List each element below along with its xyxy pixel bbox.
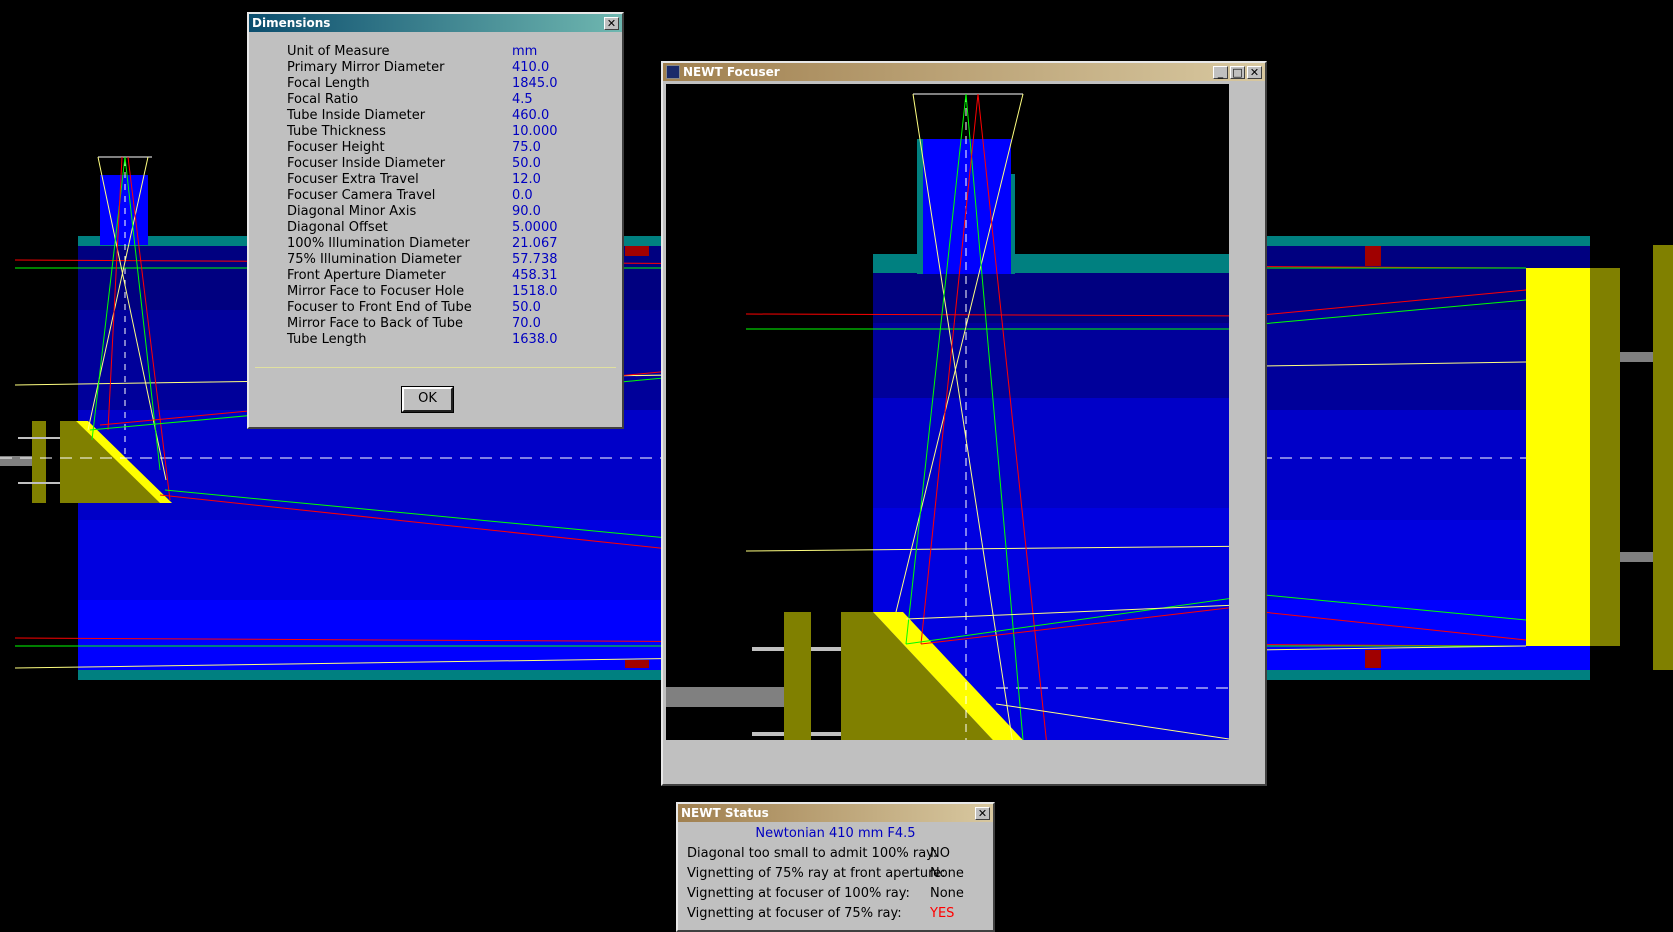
dimension-label: Diagonal Minor Axis [287, 204, 417, 219]
status-title: NEWT Status [681, 806, 769, 820]
focuser-detail-view [666, 84, 1229, 740]
focuser-titlebar[interactable]: NEWT Focuser _ □ ✕ [663, 63, 1265, 81]
dimension-value: mm [512, 44, 538, 59]
dimension-value: 460.0 [512, 108, 550, 123]
minimize-button[interactable]: _ [1213, 65, 1228, 79]
dimension-label: Focal Ratio [287, 92, 359, 107]
status-heading: Newtonian 410 mm F4.5 [755, 826, 916, 841]
dimension-row: Focuser Camera Travel 0.0 [287, 188, 587, 203]
focuser-tube [100, 175, 148, 245]
dimension-value: 57.738 [512, 252, 558, 267]
close-button[interactable]: ✕ [604, 16, 619, 30]
app-icon [666, 65, 680, 79]
dimension-row: Focuser Extra Travel 12.0 [287, 172, 587, 187]
status-label: Diagonal too small to admit 100% ray: [687, 846, 938, 861]
status-value: NO [930, 846, 950, 861]
status-label: Vignetting of 75% ray at front aperture: [687, 866, 946, 881]
dimension-value: 70.0 [512, 316, 541, 331]
status-titlebar[interactable]: NEWT Status ✕ [678, 804, 993, 822]
focuser-title: NEWT Focuser [683, 65, 780, 79]
dimension-label: Mirror Face to Back of Tube [287, 316, 463, 331]
dimension-row: 75% Illumination Diameter 57.738 [287, 252, 587, 267]
dimensions-title: Dimensions [252, 16, 331, 30]
dimension-label: 100% Illumination Diameter [287, 236, 470, 251]
status-label: Vignetting at focuser of 75% ray: [687, 906, 902, 921]
dimension-row: Diagonal Minor Axis 90.0 [287, 204, 587, 219]
status-label: Vignetting at focuser of 100% ray: [687, 886, 910, 901]
status-row: Vignetting of 75% ray at front aperture:… [687, 866, 987, 883]
dimension-row: Mirror Face to Focuser Hole 1518.0 [287, 284, 587, 299]
dimension-row: Focuser Height 75.0 [287, 140, 587, 155]
dimension-label: Tube Inside Diameter [287, 108, 426, 123]
dimension-label: Front Aperture Diameter [287, 268, 446, 283]
dimension-label: Primary Mirror Diameter [287, 60, 445, 75]
dimension-label: Focuser Inside Diameter [287, 156, 446, 171]
dimension-label: Focuser to Front End of Tube [287, 300, 472, 315]
dimension-label: Tube Thickness [287, 124, 386, 139]
dimension-label: Diagonal Offset [287, 220, 388, 235]
mirror-cell [1590, 268, 1620, 646]
dimension-value: 410.0 [512, 60, 550, 75]
dimension-value: 4.5 [512, 92, 533, 107]
dimension-label: Focal Length [287, 76, 370, 91]
status-window: NEWT Status ✕ Newtonian 410 mm F4.5 Diag… [676, 802, 995, 932]
dimension-row: Diagonal Offset 5.0000 [287, 220, 587, 235]
dimension-value: 90.0 [512, 204, 541, 219]
dimension-row: Focuser to Front End of Tube 50.0 [287, 300, 587, 315]
dimension-row: Focal Ratio 4.5 [287, 92, 587, 107]
focuser-diagram [666, 84, 1229, 740]
dimensions-titlebar[interactable]: Dimensions ✕ [249, 14, 622, 32]
dimension-row: Primary Mirror Diameter 410.0 [287, 60, 587, 75]
dimension-row: Focal Length 1845.0 [287, 76, 587, 91]
dimension-row: Focuser Inside Diameter 50.0 [287, 156, 587, 171]
primary-mirror [1526, 268, 1590, 646]
status-row: Vignetting at focuser of 75% ray: YES [687, 906, 987, 923]
dimension-label: Focuser Camera Travel [287, 188, 436, 203]
close-button[interactable]: ✕ [975, 806, 990, 820]
diagonal-spider [32, 421, 46, 503]
dimension-label: 75% Illumination Diameter [287, 252, 462, 267]
ok-button[interactable]: OK [401, 386, 454, 413]
status-row: Vignetting at focuser of 100% ray: None [687, 886, 987, 903]
status-value: YES [930, 906, 955, 921]
dimension-value: 21.067 [512, 236, 558, 251]
dimension-value: 0.0 [512, 188, 533, 203]
dimension-label: Mirror Face to Focuser Hole [287, 284, 465, 299]
dimension-label: Focuser Height [287, 140, 385, 155]
status-row: Diagonal too small to admit 100% ray: NO [687, 846, 987, 863]
maximize-button[interactable]: □ [1230, 65, 1245, 79]
dimension-label: Tube Length [287, 332, 367, 347]
dimension-row: Mirror Face to Back of Tube 70.0 [287, 316, 587, 331]
dimension-label: Unit of Measure [287, 44, 390, 59]
dimension-value: 75.0 [512, 140, 541, 155]
divider [255, 367, 616, 368]
dimension-row: Tube Length 1638.0 [287, 332, 587, 347]
dimension-row: 100% Illumination Diameter 21.067 [287, 236, 587, 251]
close-button[interactable]: ✕ [1247, 65, 1262, 79]
focuser-window: NEWT Focuser _ □ ✕ [661, 61, 1267, 786]
dimension-value: 1845.0 [512, 76, 558, 91]
dimension-value: 458.31 [512, 268, 558, 283]
dimensions-dialog: Dimensions ✕ Unit of Measure mm Primary Mi… [247, 12, 624, 429]
dimension-value: 5.0000 [512, 220, 558, 235]
status-value: None [930, 866, 964, 881]
dimension-value: 50.0 [512, 300, 541, 315]
dimension-value: 12.0 [512, 172, 541, 187]
dimension-row: Unit of Measure mm [287, 44, 587, 59]
dimension-row: Tube Thickness 10.000 [287, 124, 587, 139]
status-value: None [930, 886, 964, 901]
dimension-value: 10.000 [512, 124, 558, 139]
dimension-value: 1638.0 [512, 332, 558, 347]
dimension-value: 50.0 [512, 156, 541, 171]
dimension-value: 1518.0 [512, 284, 558, 299]
dimension-row: Front Aperture Diameter 458.31 [287, 268, 587, 283]
dimension-label: Focuser Extra Travel [287, 172, 419, 187]
dimension-row: Tube Inside Diameter 460.0 [287, 108, 587, 123]
